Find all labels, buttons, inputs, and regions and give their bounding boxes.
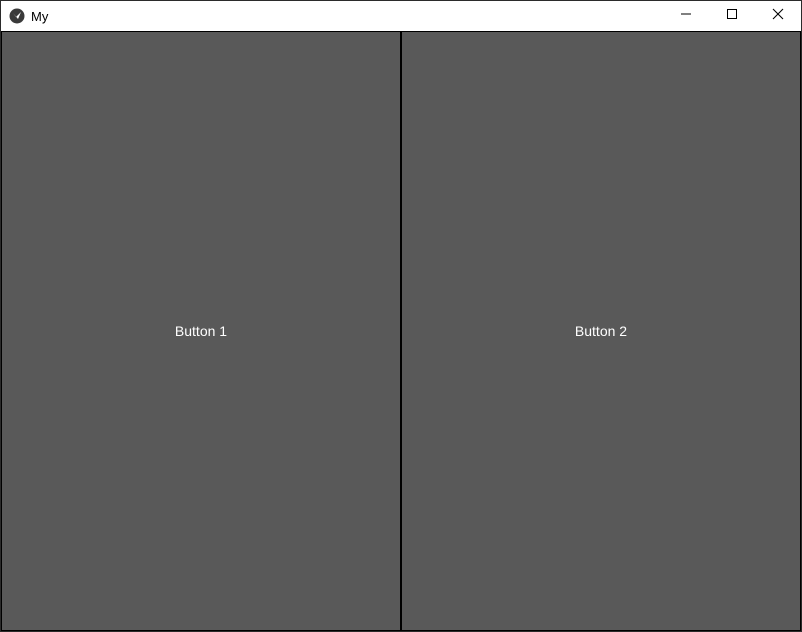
minimize-button[interactable] bbox=[663, 1, 709, 31]
button-1-label: Button 1 bbox=[174, 323, 228, 339]
close-button[interactable] bbox=[755, 1, 801, 31]
window-controls bbox=[663, 1, 801, 31]
maximize-button[interactable] bbox=[709, 1, 755, 31]
button-1[interactable]: Button 1 bbox=[2, 32, 400, 630]
title-bar[interactable]: My bbox=[1, 1, 801, 31]
button-2-label: Button 2 bbox=[574, 323, 628, 339]
kivy-logo-icon bbox=[9, 8, 25, 24]
close-icon bbox=[772, 7, 784, 25]
window-title: My bbox=[31, 8, 49, 24]
minimize-icon bbox=[680, 7, 692, 25]
app-window: My Button 1 Button 2 bbox=[0, 0, 802, 632]
content-area: Button 1 Button 2 bbox=[1, 31, 801, 631]
button-2[interactable]: Button 2 bbox=[402, 32, 800, 630]
maximize-icon bbox=[726, 7, 738, 25]
